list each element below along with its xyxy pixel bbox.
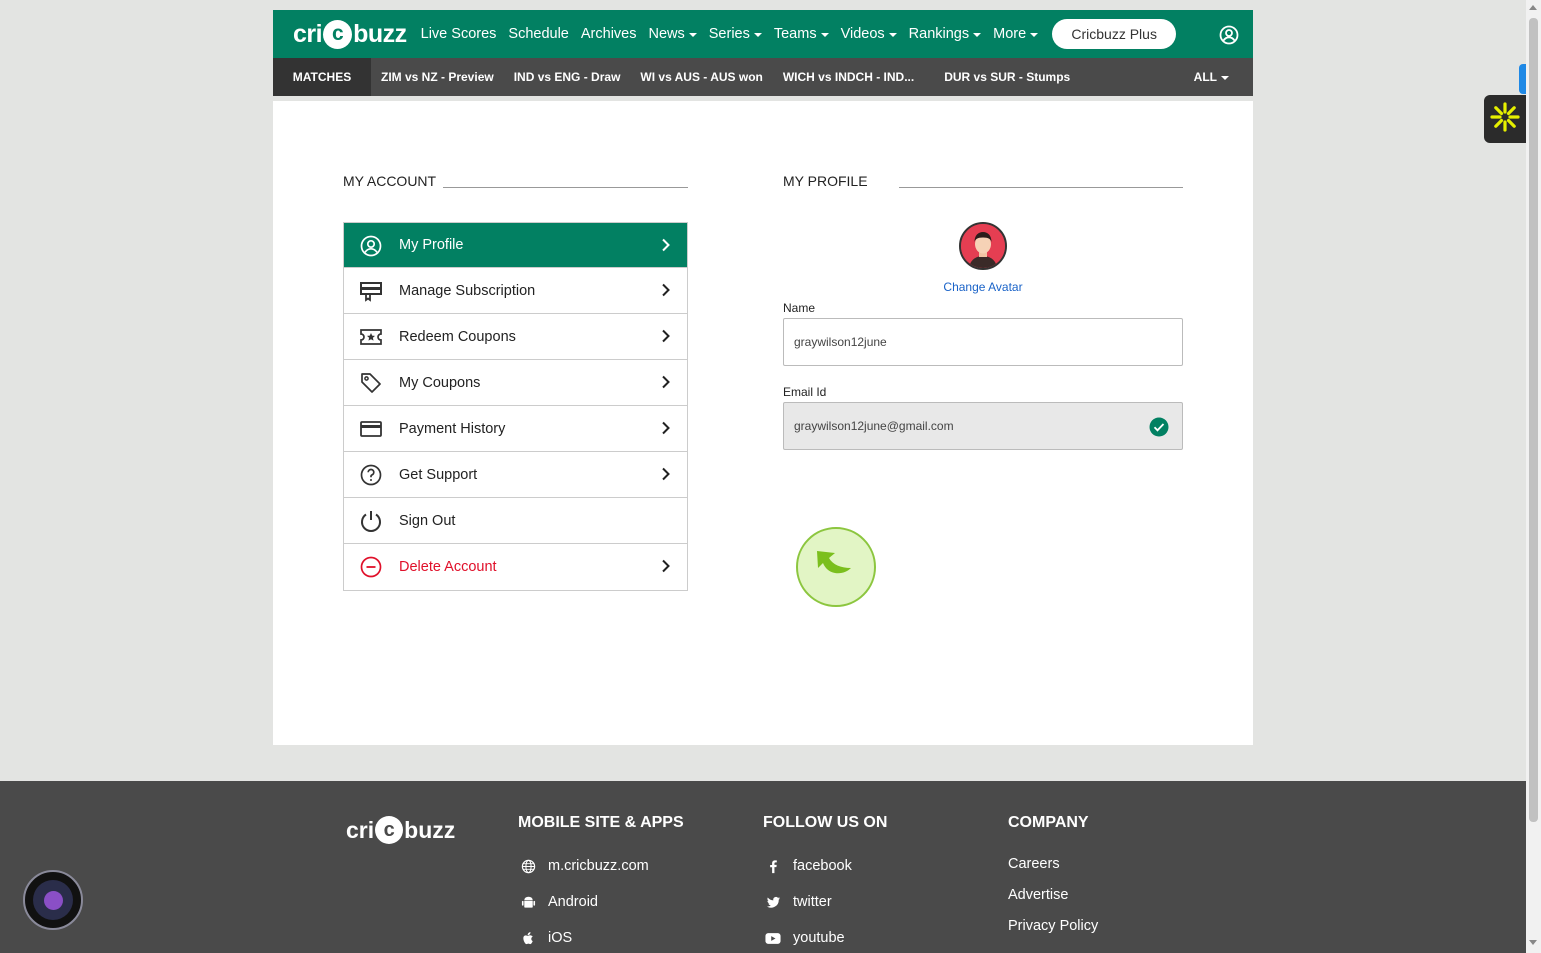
name-label: Name bbox=[783, 301, 816, 315]
chevron-right-icon bbox=[661, 375, 671, 393]
footer-link-twitter[interactable]: twitter bbox=[765, 894, 832, 910]
power-icon bbox=[359, 509, 383, 533]
youtube-icon bbox=[765, 930, 781, 946]
menu-item-manage-subscription[interactable]: Manage Subscription bbox=[344, 268, 687, 314]
email-field: graywilson12june@gmail.com bbox=[783, 402, 1183, 450]
caret-down-icon bbox=[688, 33, 697, 37]
main-nav: Live Scores Schedule Archives News Serie… bbox=[421, 19, 1177, 49]
footer-col-title: COMPANY bbox=[1008, 814, 1089, 831]
match-item[interactable]: WI vs AUS - AUS won bbox=[640, 70, 762, 84]
nav-schedule[interactable]: Schedule bbox=[508, 26, 568, 42]
back-arrow-button[interactable] bbox=[796, 527, 876, 607]
globe-icon bbox=[520, 858, 536, 874]
cricbuzz-logo[interactable]: cri c buzz bbox=[293, 19, 407, 49]
footer-link-facebook[interactable]: facebook bbox=[765, 858, 852, 874]
footer-link-privacy-policy[interactable]: Privacy Policy bbox=[1008, 918, 1098, 934]
match-item[interactable]: WICH vs INDCH - IND... bbox=[783, 70, 914, 84]
verified-check-icon bbox=[1149, 417, 1169, 440]
caret-down-icon bbox=[820, 33, 829, 37]
apple-icon bbox=[520, 930, 536, 946]
footer-col-title: MOBILE SITE & APPS bbox=[518, 814, 684, 831]
user-circle-icon bbox=[359, 234, 383, 258]
email-label: Email Id bbox=[783, 385, 827, 399]
chevron-right-icon bbox=[661, 467, 671, 485]
menu-item-my-profile[interactable]: My Profile bbox=[344, 223, 687, 268]
avatar[interactable] bbox=[959, 222, 1007, 270]
caret-down-icon bbox=[1221, 76, 1229, 80]
nav-teams[interactable]: Teams bbox=[774, 26, 829, 42]
nav-rankings[interactable]: Rankings bbox=[909, 26, 982, 42]
footer-link-ios[interactable]: iOS bbox=[520, 930, 572, 946]
my-account-title: MY ACCOUNT bbox=[343, 173, 437, 189]
cricbuzz-plus-button[interactable]: Cricbuzz Plus bbox=[1052, 19, 1177, 49]
match-item[interactable]: DUR vs SUR - Stumps bbox=[944, 70, 1070, 84]
matches-label: MATCHES bbox=[273, 58, 371, 96]
curved-arrow-icon bbox=[811, 545, 861, 590]
caret-down-icon bbox=[888, 33, 897, 37]
twitter-icon bbox=[765, 894, 781, 910]
scroll-thumb[interactable] bbox=[1529, 18, 1538, 822]
caret-down-icon bbox=[1030, 33, 1039, 37]
my-profile-title: MY PROFILE bbox=[783, 173, 868, 189]
spark-icon bbox=[1489, 101, 1521, 138]
question-circle-icon bbox=[359, 463, 383, 487]
match-item[interactable]: ZIM vs NZ - Preview bbox=[381, 70, 494, 84]
credit-card-icon bbox=[359, 417, 383, 441]
chevron-right-icon bbox=[661, 421, 671, 439]
change-avatar-link[interactable]: Change Avatar bbox=[913, 280, 1053, 294]
menu-item-delete-account[interactable]: Delete Account bbox=[344, 544, 687, 590]
footer-link-youtube[interactable]: youtube bbox=[765, 930, 845, 946]
top-navbar: cri c buzz Live Scores Schedule Archives N… bbox=[273, 10, 1253, 58]
tag-icon bbox=[359, 371, 383, 395]
matches-bar: MATCHES ZIM vs NZ - Preview IND vs ENG -… bbox=[273, 58, 1253, 96]
nav-videos[interactable]: Videos bbox=[841, 26, 897, 42]
chevron-right-icon bbox=[661, 238, 671, 256]
spark-widget-button[interactable] bbox=[1484, 95, 1526, 143]
nav-live-scores[interactable]: Live Scores bbox=[421, 26, 497, 42]
nav-archives[interactable]: Archives bbox=[581, 26, 637, 42]
footer: cri c buzz MOBILE SITE & APPS m.cricbuzz.c… bbox=[0, 781, 1526, 953]
caret-down-icon bbox=[973, 33, 982, 37]
divider bbox=[443, 187, 688, 188]
scroll-down-arrow-icon[interactable] bbox=[1529, 940, 1537, 945]
name-field[interactable]: graywilson12june bbox=[783, 318, 1183, 366]
account-menu: My Profile Manage Subscription Redeem Co… bbox=[343, 222, 688, 591]
footer-link-android[interactable]: Android bbox=[520, 894, 598, 910]
menu-item-payment-history[interactable]: Payment History bbox=[344, 406, 687, 452]
subscription-icon bbox=[359, 279, 383, 303]
scroll-up-arrow-icon[interactable] bbox=[1529, 5, 1537, 10]
footer-link-advertise[interactable]: Advertise bbox=[1008, 887, 1068, 903]
assistant-orb-button[interactable] bbox=[23, 870, 83, 930]
menu-item-my-coupons[interactable]: My Coupons bbox=[344, 360, 687, 406]
page-scrollbar[interactable] bbox=[1526, 0, 1541, 953]
main-content: MY ACCOUNT My Profile Manage Subscriptio… bbox=[273, 101, 1253, 745]
all-matches-dropdown[interactable]: ALL bbox=[1194, 70, 1229, 84]
menu-item-get-support[interactable]: Get Support bbox=[344, 452, 687, 498]
chevron-right-icon bbox=[661, 559, 671, 577]
user-circle-icon[interactable] bbox=[1219, 25, 1239, 50]
side-tab[interactable] bbox=[1519, 64, 1526, 94]
divider bbox=[899, 187, 1183, 188]
facebook-icon bbox=[765, 858, 781, 874]
ticket-star-icon bbox=[359, 325, 383, 349]
nav-news[interactable]: News bbox=[648, 26, 697, 42]
footer-col-title: FOLLOW US ON bbox=[763, 814, 888, 831]
caret-down-icon bbox=[753, 33, 762, 37]
orb-icon bbox=[33, 880, 73, 920]
menu-item-redeem-coupons[interactable]: Redeem Coupons bbox=[344, 314, 687, 360]
chevron-right-icon bbox=[661, 329, 671, 347]
menu-item-sign-out[interactable]: Sign Out bbox=[344, 498, 687, 544]
footer-link-mobile-site[interactable]: m.cricbuzz.com bbox=[520, 858, 649, 874]
match-item[interactable]: IND vs ENG - Draw bbox=[514, 70, 621, 84]
nav-more[interactable]: More bbox=[993, 26, 1039, 42]
chevron-right-icon bbox=[661, 283, 671, 301]
android-icon bbox=[520, 894, 536, 910]
nav-series[interactable]: Series bbox=[709, 26, 762, 42]
minus-circle-icon bbox=[359, 555, 383, 579]
footer-logo[interactable]: cri c buzz bbox=[346, 816, 455, 844]
footer-link-careers[interactable]: Careers bbox=[1008, 856, 1060, 872]
